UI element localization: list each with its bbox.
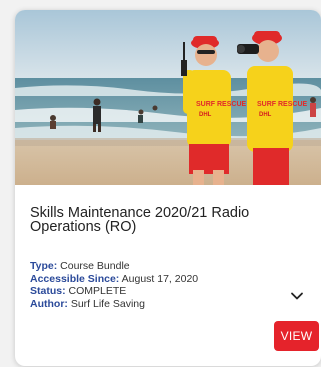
detail-label: Accessible Since: — [30, 272, 120, 285]
svg-text:DHL: DHL — [199, 112, 212, 118]
svg-text:SURF RESCUE: SURF RESCUE — [257, 101, 308, 108]
detail-label: Author: — [30, 297, 68, 310]
chevron-down-icon[interactable] — [289, 288, 305, 304]
course-details: Type: Course Bundle Accessible Since: Au… — [30, 260, 270, 310]
detail-accessible-since: Accessible Since: August 17, 2020 — [30, 273, 270, 286]
course-title: Skills Maintenance 2020/21 Radio Operati… — [30, 205, 250, 235]
view-button[interactable]: VIEW — [274, 321, 319, 351]
detail-value: COMPLETE — [68, 285, 127, 297]
svg-text:DHL: DHL — [259, 112, 272, 118]
detail-label: Type: — [30, 260, 58, 272]
course-image: SURF RESCUE DHL SURF RESCUE DHL — [15, 10, 321, 185]
detail-author: Author: Surf Life Saving — [30, 298, 270, 311]
detail-status: Status: COMPLETE — [30, 285, 270, 298]
detail-label: Status: — [30, 285, 66, 297]
detail-value: August 17, 2020 — [121, 272, 199, 285]
detail-value: Surf Life Saving — [70, 297, 145, 310]
detail-value: Course Bundle — [60, 260, 130, 272]
svg-text:SURF RESCUE: SURF RESCUE — [196, 101, 247, 108]
detail-type: Type: Course Bundle — [30, 260, 270, 273]
course-card: SURF RESCUE DHL SURF RESCUE DHL Skills M… — [15, 10, 321, 366]
